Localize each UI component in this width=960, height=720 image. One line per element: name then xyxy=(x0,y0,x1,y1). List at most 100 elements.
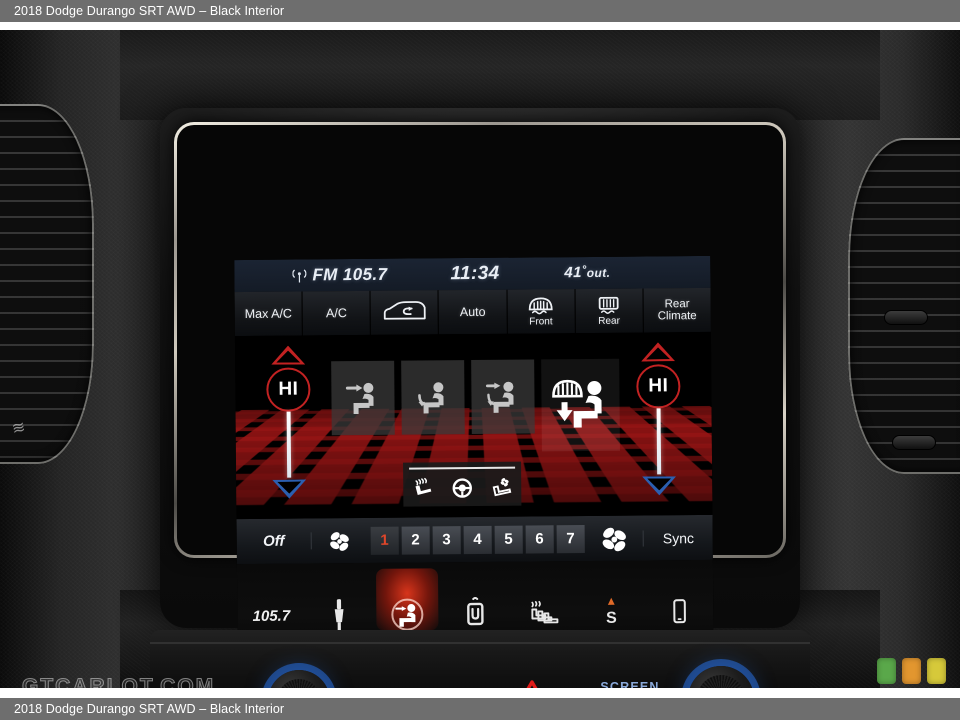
airflow-mode-face-floor-button[interactable] xyxy=(471,359,535,435)
rear-defrost-button[interactable]: Rear xyxy=(575,288,644,334)
passenger-temp-slider-track[interactable] xyxy=(656,408,662,475)
fan-step-7[interactable]: 7 xyxy=(556,524,585,553)
air-vent-left[interactable]: ≋ xyxy=(0,104,94,464)
front-defrost-icon xyxy=(528,297,553,315)
uconnect-touchscreen[interactable]: FM 105.7 11:34 41°out. Max A/C A/C Auto … xyxy=(234,255,714,661)
top-caption-bar: 2018 Dodge Durango SRT AWD – Black Inter… xyxy=(0,0,960,22)
rear-climate-label-line1: Rear xyxy=(664,298,690,311)
passenger-temp-down-button[interactable] xyxy=(642,476,676,495)
seat-face-floor-vent-icon xyxy=(486,381,514,413)
seat-face-vent-icon xyxy=(346,382,375,415)
radio-antenna-icon xyxy=(292,269,307,283)
rear-climate-label-line2: Climate xyxy=(657,310,697,323)
driver-temp-down-button[interactable] xyxy=(272,479,306,498)
recirculation-button[interactable] xyxy=(370,290,440,335)
status-bar: FM 105.7 11:34 41°out. xyxy=(234,255,711,293)
swatch-yellow[interactable] xyxy=(927,658,946,684)
fan-speed-steps: 1 2 3 4 5 6 7 xyxy=(368,524,586,555)
fan-step-1[interactable]: 1 xyxy=(370,526,399,555)
head-unit-housing: FM 105.7 11:34 41°out. Max A/C A/C Auto … xyxy=(160,108,800,661)
bottom-caption-bar: 2018 Dodge Durango SRT AWD – Black Inter… xyxy=(0,698,960,720)
fan-step-4[interactable]: 4 xyxy=(463,525,492,554)
fan-increase-button[interactable] xyxy=(586,524,643,552)
driver-temp-up-button[interactable] xyxy=(271,345,305,364)
swatch-green[interactable] xyxy=(877,658,896,684)
dashboard-top-panel xyxy=(120,30,880,120)
recirculation-icon xyxy=(383,301,426,320)
front-defrost-button[interactable]: Front xyxy=(507,289,576,334)
trim-seam-line xyxy=(150,642,810,644)
fan-off-button[interactable]: Off xyxy=(236,532,312,551)
outside-temp-unit: out. xyxy=(586,265,611,281)
ventilated-seat-icon[interactable] xyxy=(488,477,514,499)
clock-label: 11:34 xyxy=(450,262,500,285)
fan-step-5[interactable]: 5 xyxy=(494,525,523,554)
hazard-warning-button[interactable] xyxy=(500,670,564,688)
vent-chrome-trim xyxy=(848,138,960,474)
rear-defrost-icon xyxy=(598,296,619,314)
max-ac-button[interactable]: Max A/C xyxy=(234,291,304,337)
swatch-orange[interactable] xyxy=(902,658,921,684)
fan-step-3[interactable]: 3 xyxy=(432,525,461,554)
auto-button[interactable]: Auto xyxy=(438,289,508,335)
driver-temperature-control: HI xyxy=(255,343,322,510)
phone-icon-wrap xyxy=(669,592,689,632)
fan-speed-row: Off 1 2 3 4 5 6 7 Sync xyxy=(236,513,713,565)
outside-temp-value: 41 xyxy=(564,264,582,282)
climate-function-row: Max A/C A/C Auto Front Rear Rear Climate xyxy=(234,287,711,337)
nav-icon-wrap: S xyxy=(601,593,621,633)
comfort-panel-divider xyxy=(409,466,516,470)
airflow-mode-floor-button[interactable] xyxy=(401,360,465,435)
climate-seat-icon xyxy=(391,598,424,631)
screen-off-button[interactable]: SCREEN OFF xyxy=(584,680,676,688)
passenger-temperature-control: HI xyxy=(625,340,692,507)
rear-climate-button[interactable]: Rear Climate xyxy=(643,287,711,333)
fan-increase-icon xyxy=(602,527,626,551)
airflow-mode-group xyxy=(331,358,620,454)
apps-icon-wrap xyxy=(462,594,488,634)
fan-step-2[interactable]: 2 xyxy=(401,525,430,555)
color-swatch-group xyxy=(877,658,946,684)
climate-main-stage: HI HI xyxy=(234,331,713,519)
airflow-mode-face-button[interactable] xyxy=(331,360,395,436)
vehicle-interior-photo: ≋ FM 105.7 11:34 41°out. Max A/C A/C Aut… xyxy=(0,30,960,688)
apps-uconnect-icon xyxy=(467,597,484,626)
ac-button[interactable]: A/C xyxy=(302,290,372,336)
fan-step-6[interactable]: 6 xyxy=(525,524,554,554)
front-defrost-label: Front xyxy=(529,316,553,328)
outside-temperature: 41°out. xyxy=(564,264,610,281)
vent-direction-knob[interactable] xyxy=(884,310,928,325)
screen-off-label-line1: SCREEN xyxy=(600,680,660,688)
driver-temp-value[interactable]: HI xyxy=(266,367,311,412)
airflow-mode-defrost-floor-button[interactable] xyxy=(540,358,620,452)
ac-label: A/C xyxy=(325,306,347,321)
compass-s-icon: S xyxy=(606,597,617,627)
controls-icon xyxy=(531,600,559,624)
fan-decrease-icon xyxy=(330,531,350,551)
passenger-temp-up-button[interactable] xyxy=(641,342,675,361)
driver-temp-slider-track[interactable] xyxy=(286,411,292,478)
auto-label: Auto xyxy=(459,304,486,320)
hazard-triangle-icon xyxy=(526,680,538,688)
seat-comfort-panel[interactable] xyxy=(403,461,522,507)
seat-defrost-floor-vent-icon xyxy=(552,379,602,428)
usb-media-icon xyxy=(334,599,344,632)
sync-button[interactable]: Sync xyxy=(643,529,713,547)
heated-steering-wheel-icon[interactable] xyxy=(450,477,474,499)
svg-text:S: S xyxy=(606,610,617,627)
max-ac-label: Max A/C xyxy=(244,306,292,321)
bottom-white-strip xyxy=(0,688,960,698)
air-vent-right[interactable] xyxy=(848,138,960,474)
top-white-strip xyxy=(0,22,960,30)
rear-defrost-label: Rear xyxy=(598,315,620,327)
phone-icon xyxy=(673,599,686,624)
vent-chrome-trim xyxy=(0,104,94,464)
comfort-icon-row xyxy=(403,472,521,505)
vent-close-slider[interactable] xyxy=(892,435,936,450)
heated-seat-icon[interactable] xyxy=(410,477,436,499)
passenger-temp-value[interactable]: HI xyxy=(636,364,681,409)
seat-floor-vent-icon xyxy=(418,382,444,414)
radio-station-label: FM 105.7 xyxy=(312,264,388,285)
fan-decrease-button[interactable] xyxy=(312,528,369,552)
controls-icon-wrap xyxy=(526,593,560,633)
